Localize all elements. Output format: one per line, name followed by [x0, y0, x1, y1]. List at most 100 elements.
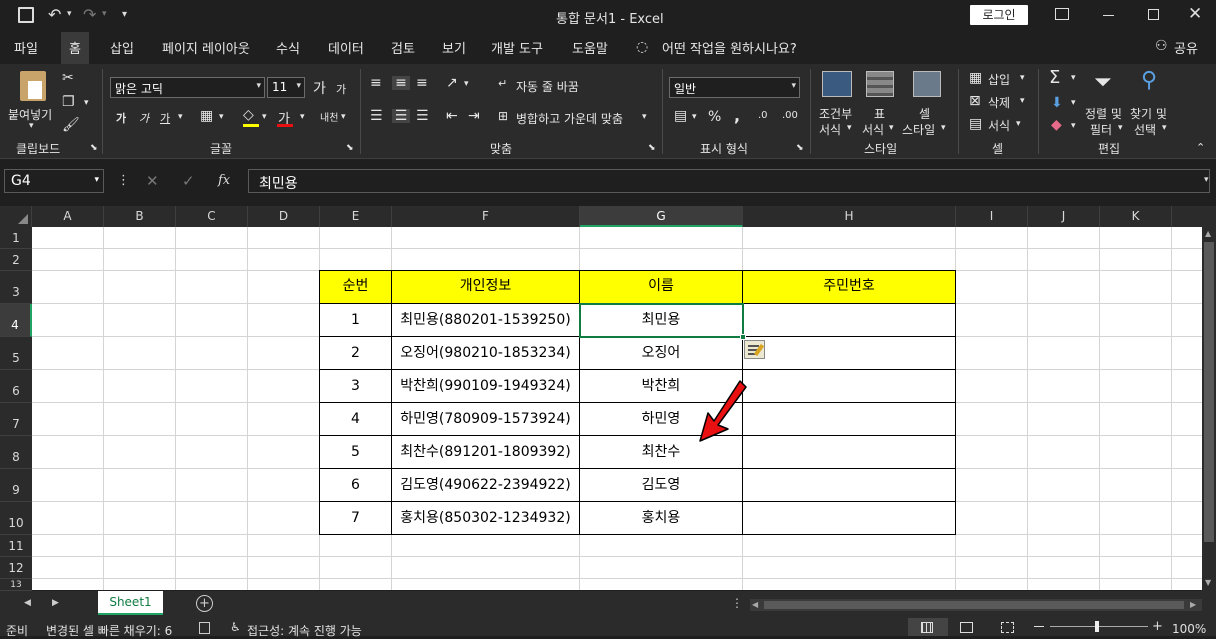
table-cell[interactable]: [743, 337, 956, 370]
format-as-table-label-1[interactable]: 표: [874, 105, 885, 122]
accounting-dropdown-icon[interactable]: ▾: [692, 113, 697, 122]
table-cell[interactable]: 1: [320, 304, 392, 337]
undo-dropdown-icon[interactable]: ▾: [67, 9, 72, 19]
table-cell[interactable]: 4: [320, 403, 392, 436]
table-cell[interactable]: 최찬수(891201-1809392): [392, 436, 580, 469]
status-accessibility[interactable]: 접근성: 계속 진행 가능: [247, 622, 362, 639]
calculator-icon[interactable]: [199, 622, 210, 634]
row-header-12[interactable]: 12: [0, 557, 32, 579]
increase-indent-icon[interactable]: ⇥: [468, 109, 480, 123]
table-cell[interactable]: 3: [320, 370, 392, 403]
merge-center-button[interactable]: 병합하고 가운데 맞춤: [516, 110, 623, 127]
orientation-icon[interactable]: ↗: [446, 76, 458, 90]
formula-input[interactable]: 최민용: [248, 169, 1210, 193]
undo-icon[interactable]: ↶: [48, 5, 61, 24]
increase-decimal-icon[interactable]: .0: [758, 111, 768, 121]
number-format-select[interactable]: 일반 ▾: [669, 77, 800, 98]
h-scroll-thumb[interactable]: [764, 601, 1184, 609]
copy-dropdown-icon[interactable]: ▾: [84, 99, 89, 108]
find-select-label-1[interactable]: 찾기 및: [1130, 105, 1167, 122]
font-launcher-icon[interactable]: ⬊: [346, 144, 354, 153]
sort-filter-icon[interactable]: ⏷: [1094, 72, 1112, 94]
customize-qat-icon[interactable]: ▾: [122, 9, 127, 20]
table-dropdown-icon[interactable]: ▾: [889, 124, 894, 133]
align-center-icon[interactable]: ☰: [392, 109, 410, 123]
conditional-format-label-1[interactable]: 조건부: [819, 105, 852, 122]
zoom-slider[interactable]: [1050, 626, 1148, 627]
percent-button[interactable]: %: [708, 109, 721, 125]
borders-icon[interactable]: ▦: [200, 109, 213, 123]
header-cell-seq[interactable]: 순번: [320, 271, 392, 304]
scroll-up-icon[interactable]: ▲: [1205, 229, 1211, 238]
find-dropdown-icon[interactable]: ▾: [1162, 124, 1167, 133]
redo-icon[interactable]: ↷: [83, 5, 96, 24]
collapse-ribbon-icon[interactable]: ⌃: [1196, 142, 1205, 153]
row-header-3[interactable]: 3: [0, 271, 32, 304]
scroll-thumb[interactable]: [1204, 242, 1214, 542]
table-cell[interactable]: [743, 436, 956, 469]
tab-view[interactable]: 보기: [442, 38, 466, 57]
column-header-j[interactable]: J: [1028, 206, 1100, 227]
add-sheet-icon[interactable]: +: [196, 595, 213, 612]
table-cell[interactable]: 6: [320, 469, 392, 502]
expand-formula-icon[interactable]: ▾: [1204, 175, 1209, 185]
tab-review[interactable]: 검토: [391, 38, 415, 57]
horizontal-scrollbar[interactable]: ◀ ▶: [750, 599, 1202, 611]
select-all-corner[interactable]: [0, 206, 32, 227]
format-cells-button[interactable]: 서식: [988, 117, 1010, 134]
column-header-g[interactable]: G: [580, 206, 743, 227]
insert-dropdown-icon[interactable]: ▾: [1020, 74, 1025, 83]
zoom-level[interactable]: 100%: [1172, 622, 1206, 636]
header-cell-personal-info[interactable]: 개인정보: [392, 271, 580, 304]
phonetic-dropdown-icon[interactable]: ▾: [341, 113, 346, 122]
italic-button[interactable]: 가: [139, 110, 149, 126]
table-cell[interactable]: 7: [320, 502, 392, 535]
table-cell[interactable]: [743, 403, 956, 436]
fill-dropdown-icon[interactable]: ▾: [1071, 99, 1076, 108]
row-header-6[interactable]: 6: [0, 370, 32, 403]
next-sheet-icon[interactable]: ▶: [52, 598, 59, 608]
accounting-format-icon[interactable]: ▤: [674, 109, 687, 123]
tab-file[interactable]: 파일: [14, 38, 38, 57]
header-cell-resident-number[interactable]: 주민번호: [743, 271, 956, 304]
autosum-icon[interactable]: Σ: [1049, 69, 1060, 87]
table-cell[interactable]: 2: [320, 337, 392, 370]
underline-button[interactable]: 가: [160, 110, 170, 126]
ribbon-display-icon[interactable]: [1055, 8, 1069, 20]
fill-icon[interactable]: ⬇: [1051, 96, 1063, 110]
conditional-dropdown-icon[interactable]: ▾: [847, 124, 852, 133]
align-right-icon[interactable]: ☰: [416, 109, 429, 123]
row-header-10[interactable]: 10: [0, 502, 32, 535]
column-header-f[interactable]: F: [392, 206, 580, 227]
maximize-icon[interactable]: [1148, 9, 1159, 20]
comma-button[interactable]: ,: [734, 106, 740, 125]
decrease-decimal-icon[interactable]: .00: [782, 111, 798, 121]
align-bottom-icon[interactable]: ≡: [416, 76, 428, 90]
find-select-icon[interactable]: ⚲: [1141, 70, 1157, 92]
tab-formulas[interactable]: 수식: [276, 38, 300, 57]
row-header-1[interactable]: 1: [0, 227, 32, 249]
delete-dropdown-icon[interactable]: ▾: [1020, 97, 1025, 106]
column-header-c[interactable]: C: [176, 206, 248, 227]
copy-icon[interactable]: ❐: [62, 95, 75, 109]
table-cell[interactable]: [743, 502, 956, 535]
zoom-out-icon[interactable]: [1034, 626, 1044, 627]
paste-icon[interactable]: [20, 71, 46, 101]
fill-color-icon[interactable]: ◇: [243, 108, 254, 122]
split-handle-icon[interactable]: ⋮: [731, 596, 743, 610]
minimize-icon[interactable]: [1103, 15, 1114, 16]
zoom-in-icon[interactable]: +: [1152, 619, 1163, 634]
table-cell[interactable]: 김도영: [580, 469, 743, 502]
redo-dropdown-icon[interactable]: ▾: [102, 9, 107, 19]
phonetic-button[interactable]: 내천: [320, 109, 338, 124]
table-cell[interactable]: 홍치용: [580, 502, 743, 535]
alignment-launcher-icon[interactable]: ⬊: [648, 144, 656, 153]
format-as-table-icon[interactable]: [866, 71, 894, 97]
find-select-label-2[interactable]: 선택: [1134, 121, 1156, 138]
flash-fill-options-icon[interactable]: [744, 340, 765, 359]
format-cells-icon[interactable]: ▤: [969, 117, 982, 131]
fill-color-dropdown-icon[interactable]: ▾: [262, 113, 267, 122]
table-cell[interactable]: 5: [320, 436, 392, 469]
tab-page-layout[interactable]: 페이지 레이아웃: [162, 38, 250, 57]
share-button[interactable]: 공유: [1174, 38, 1198, 57]
